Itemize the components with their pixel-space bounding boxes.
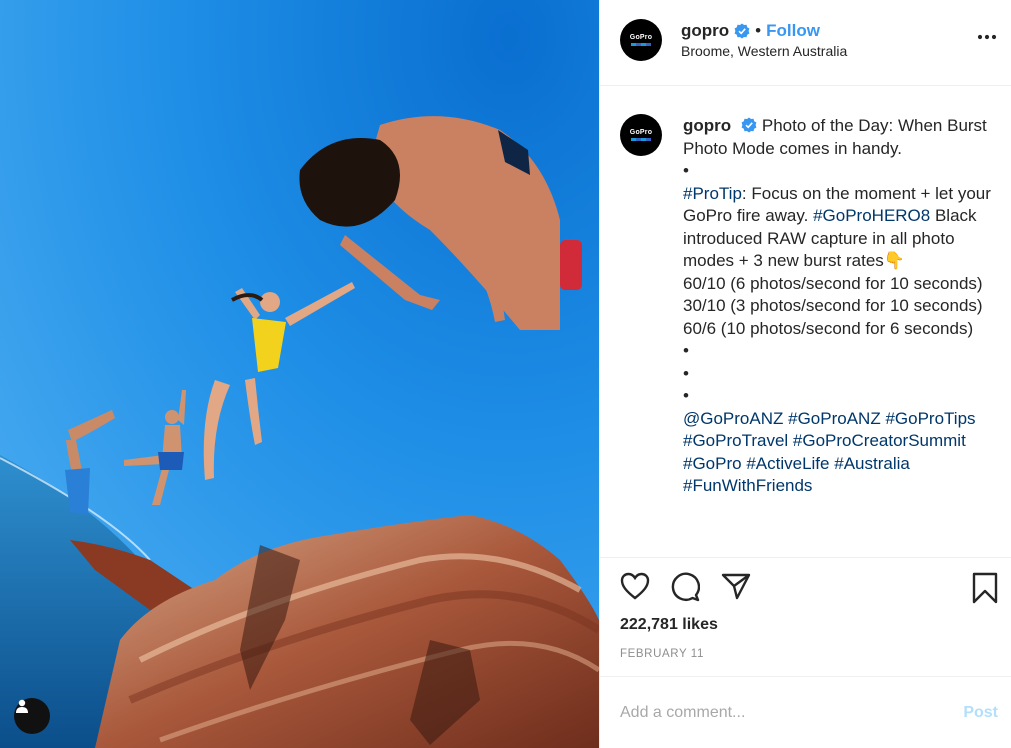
- caption-burst-line: 60/10 (6 photos/second for 10 seconds): [683, 273, 983, 293]
- caption-tags: @GoProANZ #GoProANZ #GoProTips #GoProTra…: [683, 408, 1001, 498]
- separator-dot: •: [755, 21, 762, 40]
- hashtag-link[interactable]: #ProTip: [683, 184, 742, 203]
- caption-username[interactable]: gopro: [683, 116, 731, 135]
- gopro-logo: GoPro: [630, 129, 652, 141]
- bookmark-icon[interactable]: [971, 572, 999, 604]
- caption-bullet: •: [683, 341, 689, 360]
- hashtag-link[interactable]: #ActiveLife: [746, 454, 829, 473]
- caption-bullet: •: [683, 161, 689, 180]
- hashtag-link[interactable]: #GoProTips: [885, 409, 975, 428]
- likes-count[interactable]: 222,781 likes: [620, 616, 718, 634]
- hashtag-link[interactable]: #GoPro: [683, 454, 742, 473]
- gopro-logo: GoPro: [630, 34, 652, 46]
- photo-illustration: [0, 0, 599, 748]
- heart-icon[interactable]: [620, 572, 650, 600]
- hashtag-link[interactable]: #GoProCreatorSummit: [793, 431, 966, 450]
- caption-section: GoPro gopro Photo of the Day: When Burst…: [600, 87, 1011, 557]
- comment-composer: Post: [600, 676, 1011, 748]
- post-sidebar: GoPro gopro • Follow Broome, Western Aus…: [599, 0, 1011, 748]
- hashtag-link[interactable]: #Australia: [834, 454, 910, 473]
- verified-badge-icon: [734, 23, 750, 39]
- more-options-icon[interactable]: [977, 34, 997, 40]
- comment-input[interactable]: [620, 701, 940, 725]
- post-location[interactable]: Broome, Western Australia: [681, 43, 847, 59]
- author-row: gopro • Follow: [681, 21, 820, 41]
- author-username[interactable]: gopro: [681, 21, 729, 41]
- post-actions: 222,781 likes FEBRUARY 11: [600, 557, 1011, 676]
- caption-protip-line: #ProTip: Focus on the moment + let your …: [683, 183, 991, 271]
- hashtag-link[interactable]: #GoProTravel: [683, 431, 788, 450]
- author-avatar[interactable]: GoPro: [620, 19, 662, 61]
- hashtag-link[interactable]: #GoProANZ: [788, 409, 881, 428]
- user-tag-icon: [16, 699, 28, 713]
- tag-people-button[interactable]: [14, 698, 50, 734]
- post-photo[interactable]: [0, 0, 599, 748]
- mention-link[interactable]: @GoProANZ: [683, 409, 783, 428]
- hashtag-link[interactable]: #GoProHERO8: [813, 206, 930, 225]
- follow-button[interactable]: Follow: [766, 21, 820, 41]
- post-comment-button[interactable]: Post: [963, 704, 998, 722]
- share-icon[interactable]: [721, 572, 751, 600]
- caption-burst-line: 60/6 (10 photos/second for 6 seconds): [683, 318, 974, 338]
- post-header: GoPro gopro • Follow Broome, Western Aus…: [600, 0, 1011, 86]
- caption-bullet: •: [683, 363, 689, 383]
- post-date[interactable]: FEBRUARY 11: [620, 648, 704, 660]
- caption-burst-line: 30/10 (3 photos/second for 10 seconds): [683, 296, 983, 315]
- caption-bullet: •: [683, 386, 689, 405]
- verified-badge-icon: [741, 117, 757, 133]
- caption-text: gopro Photo of the Day: When Burst Photo…: [683, 115, 1001, 498]
- caption-author-avatar[interactable]: GoPro: [620, 114, 662, 156]
- comment-icon[interactable]: [670, 572, 700, 602]
- hashtag-link[interactable]: #FunWithFriends: [683, 476, 812, 495]
